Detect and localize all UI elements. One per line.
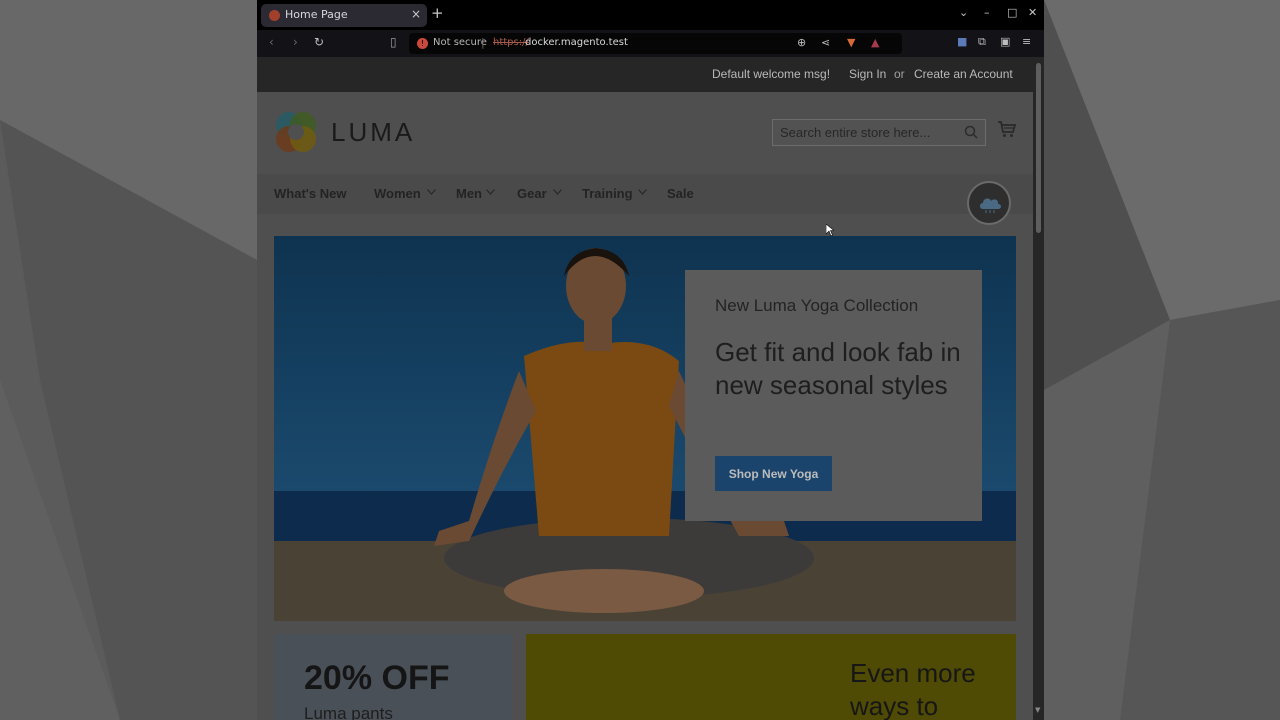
url-scheme: https://: [493, 37, 529, 48]
nav-item-gear[interactable]: Gear: [517, 186, 547, 201]
chevron-down-icon[interactable]: [553, 189, 562, 195]
url-separator: |: [481, 36, 485, 49]
tab-home-page[interactable]: Home Page ×: [261, 4, 427, 27]
promo-kicker: New Luma Yoga Collection: [715, 296, 919, 315]
magento-favicon-icon: [269, 10, 280, 21]
chat-widget-button[interactable]: [967, 181, 1011, 225]
sign-in-link[interactable]: Sign In: [849, 67, 886, 81]
welcome-message: Default welcome msg!: [712, 67, 831, 81]
forward-icon[interactable]: ›: [293, 35, 298, 49]
cart-icon[interactable]: [997, 119, 1017, 139]
nav-item-sale[interactable]: Sale: [667, 186, 694, 201]
tile-right-title: Even more ways to: [850, 658, 976, 720]
extension-icon[interactable]: ■: [957, 35, 967, 48]
mouse-cursor-icon: [826, 224, 834, 236]
page-viewport: Default welcome msg! Sign In or Create a…: [257, 57, 1033, 720]
ways-promo-tile[interactable]: Even more ways to: [526, 634, 1016, 720]
brave-shield-icon[interactable]: ▼: [847, 36, 855, 49]
brave-rewards-icon[interactable]: ▲: [871, 36, 879, 49]
not-secure-icon: !: [417, 38, 428, 49]
scroll-down-icon[interactable]: ▼: [1035, 706, 1040, 714]
tab-title: Home Page: [285, 8, 348, 21]
menu-icon[interactable]: ≡: [1022, 35, 1031, 48]
url-host: docker.magento.test: [525, 37, 628, 48]
address-bar[interactable]: ! Not secure | https:// docker.magento.t…: [409, 33, 902, 54]
reload-icon[interactable]: ↻: [314, 35, 324, 49]
search-input[interactable]: [773, 120, 961, 145]
search-icon[interactable]: [964, 125, 978, 139]
new-tab-icon[interactable]: +: [431, 6, 444, 21]
search-box: [772, 119, 986, 146]
store-header: LUMA: [257, 92, 1033, 174]
nav-item-women[interactable]: Women: [374, 186, 421, 201]
browser-window: Home Page × + ⌄ – □ ✕ ‹ › ↻ ▯ ! Not secu…: [257, 0, 1044, 720]
or-text: or: [894, 67, 905, 81]
close-window-icon[interactable]: ✕: [1028, 6, 1037, 19]
close-tab-icon[interactable]: ×: [411, 7, 421, 21]
main-navigation: What's New Women Men Gear Training Sale: [257, 174, 1033, 214]
sidebar-icon[interactable]: ▣: [1000, 35, 1010, 48]
page-scrollbar[interactable]: ▼: [1033, 57, 1044, 720]
nav-item-men[interactable]: Men: [456, 186, 482, 201]
promo-headline: Get fit and look fab in new seasonal sty…: [715, 337, 961, 400]
maximize-icon[interactable]: □: [1007, 6, 1017, 19]
cloud-icon: [980, 198, 1001, 213]
tile-left-title: 20% OFF: [304, 659, 450, 697]
nav-item-whats-new[interactable]: What's New: [274, 186, 346, 201]
luma-logo-icon[interactable]: [274, 110, 318, 154]
extensions-puzzle-icon[interactable]: ⧉: [978, 35, 986, 49]
chevron-down-icon[interactable]: [638, 189, 647, 195]
chevron-down-icon[interactable]: [427, 189, 436, 195]
back-icon[interactable]: ‹: [269, 35, 274, 49]
shop-new-yoga-button[interactable]: Shop New Yoga: [715, 456, 832, 491]
create-account-link[interactable]: Create an Account: [914, 67, 1013, 81]
share-icon[interactable]: ⋖: [821, 36, 830, 49]
navigation-bar: ‹ › ↻ ▯ ! Not secure | https:// docker.m…: [257, 30, 1044, 57]
store-top-bar: Default welcome msg! Sign In or Create a…: [257, 57, 1033, 92]
minimize-icon[interactable]: –: [984, 6, 990, 19]
zoom-icon[interactable]: ⊕: [797, 36, 806, 49]
logo-text[interactable]: LUMA: [331, 117, 415, 148]
tile-left-subtitle: Luma pants: [304, 704, 393, 720]
promo-card: New Luma Yoga Collection Get fit and loo…: [685, 270, 982, 521]
security-label[interactable]: Not secure: [433, 37, 487, 48]
pants-promo-tile[interactable]: 20% OFF Luma pants: [274, 634, 512, 720]
bookmark-icon[interactable]: ▯: [390, 35, 397, 49]
hero-banner[interactable]: New Luma Yoga Collection Get fit and loo…: [274, 236, 1016, 621]
nav-item-training[interactable]: Training: [582, 186, 633, 201]
tab-bar: Home Page × + ⌄ – □ ✕: [257, 0, 1044, 30]
tab-list-chevron-icon[interactable]: ⌄: [959, 6, 968, 19]
chevron-down-icon[interactable]: [486, 189, 495, 195]
scrollbar-thumb[interactable]: [1036, 63, 1041, 233]
